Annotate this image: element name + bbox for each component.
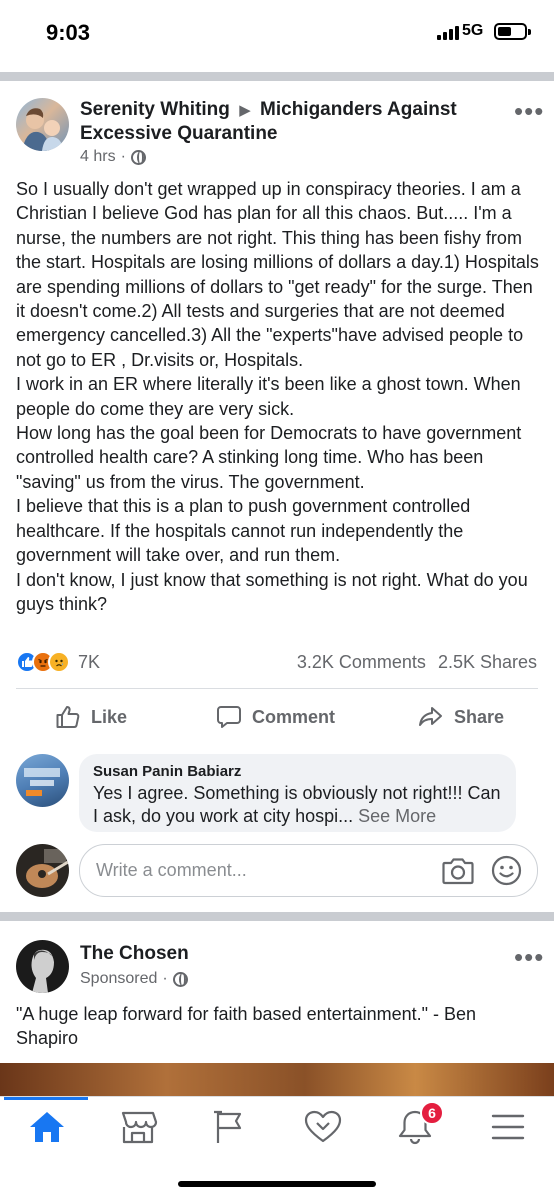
emoji-icon[interactable] [491,855,522,886]
network-label: 5G [462,22,484,39]
reaction-count: 7K [78,651,101,672]
thumbs-up-icon [56,706,80,728]
comment-body: Yes I agree. Something is obviously not … [93,783,501,826]
shares-count[interactable]: 2.5K Shares [438,652,537,673]
notifications-badge: 6 [420,1101,444,1125]
comment-bubble[interactable]: Susan Panin Babiarz Yes I agree. Somethi… [79,754,516,832]
share-label: Share [454,706,505,727]
sponsor-avatar-image [31,949,54,993]
comment-text: Yes I agree. Something is obviously not … [93,782,502,828]
sponsor-meta: Sponsored · [80,970,188,988]
globe-icon [130,149,146,165]
post-more-options-icon[interactable]: ••• [514,98,544,124]
camera-icon[interactable] [442,856,474,886]
post-meta: 4 hrs · [80,148,146,166]
comment-input-placeholder: Write a comment... [96,860,247,880]
comment-author[interactable]: Susan Panin Babiarz [93,762,502,782]
active-tab-indicator [4,1097,88,1100]
like-label: Like [91,706,128,727]
like-button[interactable]: Like [55,700,127,734]
share-button[interactable]: Share [418,700,504,734]
current-user-avatar[interactable] [16,844,69,897]
comment-button[interactable]: Comment [216,700,335,734]
commenter-avatar[interactable] [16,754,69,807]
meta-separator: · [162,970,168,987]
post-author-name[interactable]: Serenity Whiting [80,99,230,120]
current-user-avatar-image [26,849,69,888]
post-time[interactable]: 4 hrs [80,148,116,166]
signal-strength-icon [437,25,459,40]
dating-heart-icon[interactable] [303,1109,343,1145]
play-arrow-icon: ▶ [239,102,251,119]
post-body: So I usually don't get wrapped up in con… [16,179,539,614]
marketplace-icon[interactable] [118,1109,158,1145]
engagement-counts: 3.2K Comments 2.5K Shares [297,652,537,673]
comments-count[interactable]: 3.2K Comments [297,652,426,673]
share-arrow-icon [419,707,442,726]
home-indicator[interactable] [178,1181,376,1187]
comment-bubble-icon [217,706,241,728]
feed-divider [0,72,554,81]
reactions-divider [16,688,538,689]
commenter-avatar-image [24,768,60,796]
sad-reaction-icon [48,651,70,673]
sponsored-label: Sponsored [80,970,158,987]
sponsor-name[interactable]: The Chosen [80,943,189,965]
post-author-line: Serenity Whiting ▶ Michiganders Against … [80,98,480,145]
author-avatar[interactable] [16,98,69,151]
comment-input[interactable]: Write a comment... [79,844,538,897]
status-bar: 9:03 5G [0,0,554,70]
comment-label: Comment [252,706,336,727]
menu-icon[interactable] [488,1109,528,1145]
sponsor-avatar[interactable] [16,940,69,993]
sponsor-more-options-icon[interactable]: ••• [514,944,544,970]
meta-separator: · [120,148,126,165]
avatar-image [22,108,63,151]
see-more-link[interactable]: See More [358,806,436,826]
globe-icon [172,971,188,987]
pages-flag-icon[interactable] [210,1109,250,1145]
sponsor-text: "A huge leap forward for faith based ent… [16,1004,477,1048]
reactions-summary[interactable]: 7K [16,651,100,673]
feed-divider [0,912,554,921]
home-icon[interactable] [27,1109,67,1145]
battery-icon [494,23,531,40]
status-time: 9:03 [46,20,91,45]
